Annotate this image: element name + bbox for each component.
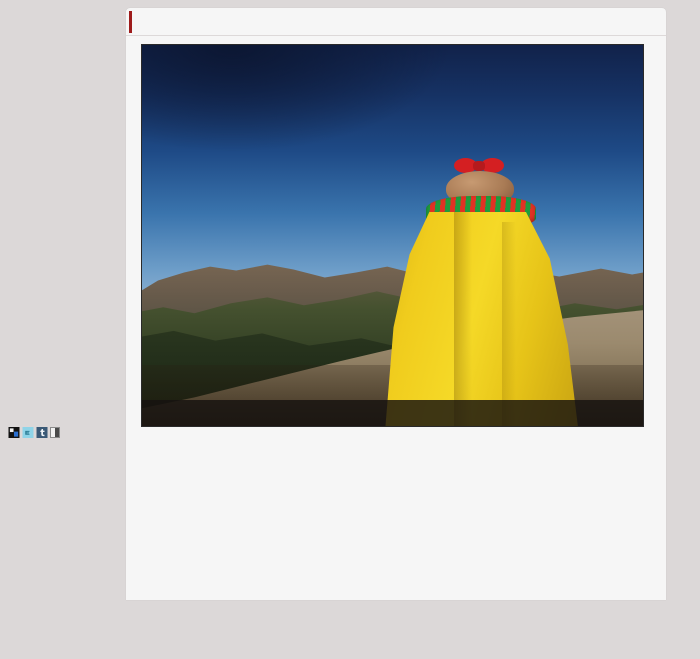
caped-figure <box>377 157 578 426</box>
page-header <box>126 8 666 36</box>
tumblr-icon[interactable] <box>36 427 48 438</box>
cape-fold <box>453 211 472 426</box>
social-badges <box>8 427 126 438</box>
twitter-icon[interactable] <box>22 427 34 438</box>
cc-terms <box>55 428 59 437</box>
figure-caption-bar <box>142 400 643 426</box>
creative-commons-license-badge[interactable] <box>50 427 60 438</box>
header-accent-bar <box>129 11 132 33</box>
cape-fold-secondary <box>501 221 516 426</box>
sidebar-footer <box>8 423 126 443</box>
main-panel <box>126 8 666 600</box>
polka-dot-cape <box>385 211 578 426</box>
sidebar <box>0 0 126 659</box>
photograph <box>142 45 643 426</box>
featured-figure <box>141 44 644 427</box>
flickr-icon[interactable] <box>8 427 20 438</box>
